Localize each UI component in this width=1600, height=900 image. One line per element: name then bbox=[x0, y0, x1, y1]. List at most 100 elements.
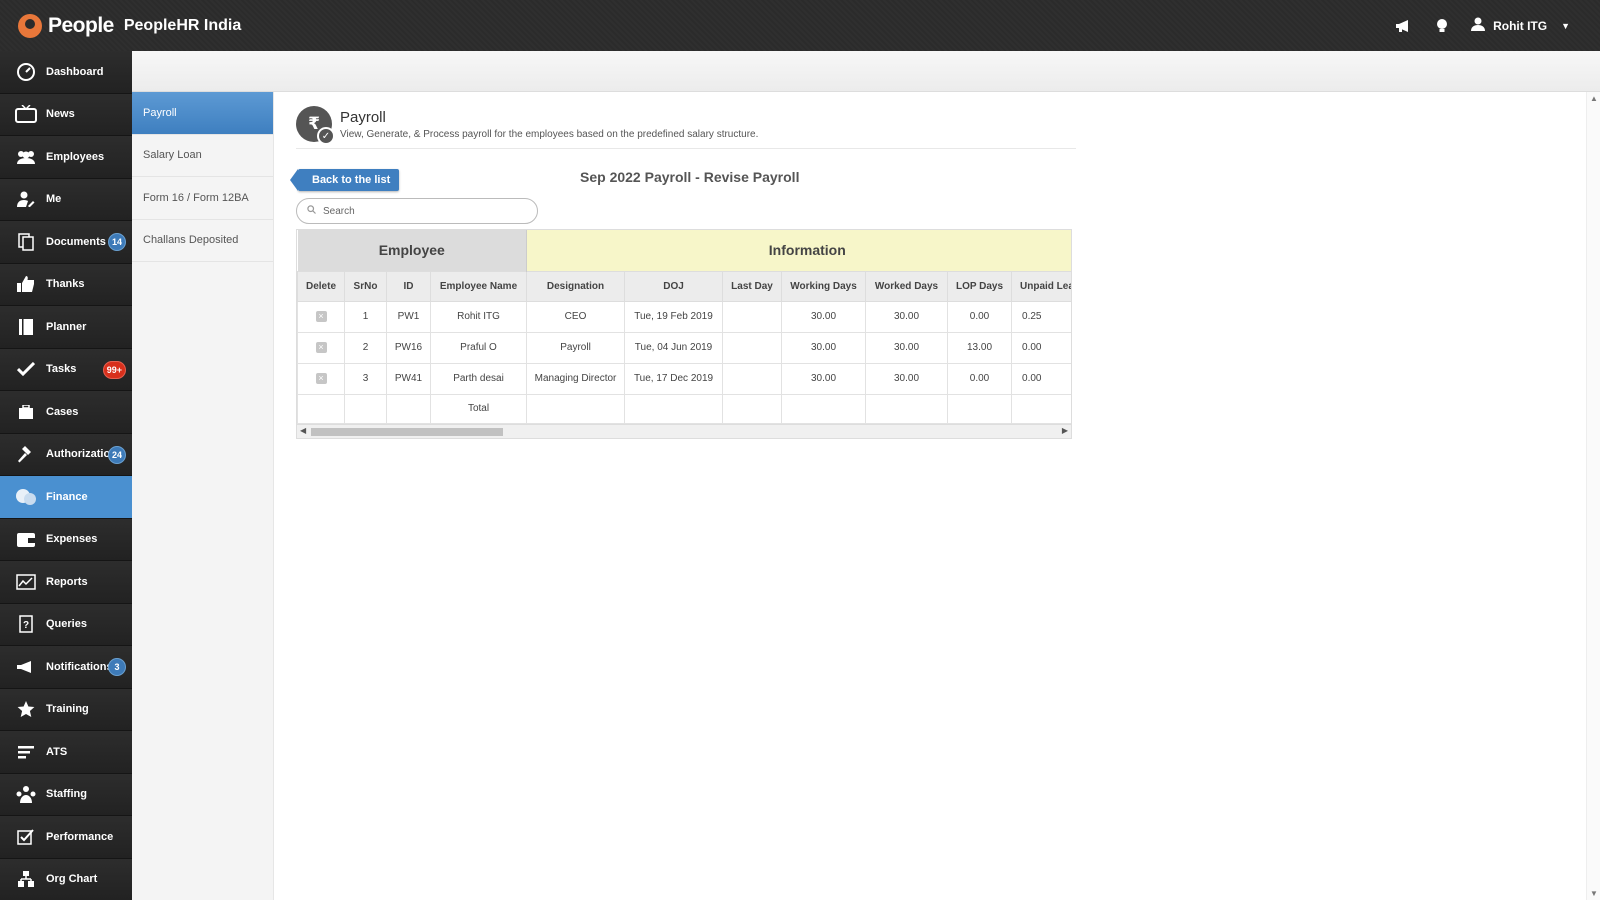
documents-badge: 14 bbox=[107, 233, 126, 251]
user-menu[interactable]: Rohit ITG ▼ bbox=[1471, 17, 1570, 34]
app-logo[interactable]: People bbox=[18, 13, 114, 38]
chart-icon bbox=[12, 574, 40, 590]
sidebar-item-me[interactable]: Me bbox=[0, 178, 132, 221]
finance-subnav: Payroll Salary Loan Form 16 / Form 12BA … bbox=[132, 92, 274, 900]
scrollbar-thumb[interactable] bbox=[311, 427, 503, 436]
cell-srno: 3 bbox=[344, 362, 387, 395]
tasks-badge: 99+ bbox=[102, 360, 126, 379]
cell-employee-name: Praful O bbox=[429, 331, 528, 364]
cell-unpaid-leave: 0.00 bbox=[1011, 362, 1071, 395]
col-header[interactable]: Employee Name bbox=[429, 270, 528, 302]
sidebar-item-queries[interactable]: ? Queries bbox=[0, 603, 132, 646]
cell-last-day bbox=[722, 300, 783, 333]
cell-employee-name: Parth desai bbox=[429, 362, 528, 395]
search-box bbox=[296, 198, 538, 224]
scroll-left-icon[interactable]: ◀ bbox=[300, 426, 306, 435]
svg-text:?: ? bbox=[23, 620, 29, 631]
horizontal-scrollbar[interactable]: ◀ ▶ bbox=[296, 424, 1072, 439]
cell-id: PW16 bbox=[386, 331, 431, 364]
cell-working-days: 30.00 bbox=[781, 331, 867, 364]
table-row: × 3 PW41 Parth desai Managing Director T… bbox=[297, 362, 1071, 395]
col-header[interactable]: Designation bbox=[526, 270, 626, 302]
col-header[interactable]: ID bbox=[386, 270, 431, 302]
logo-icon bbox=[18, 13, 42, 38]
payroll-table-container: Employee Information Delete SrNo ID Empl… bbox=[296, 229, 1072, 425]
notifications-badge: 3 bbox=[108, 658, 126, 676]
cell-last-day bbox=[722, 331, 783, 364]
scroll-down-icon[interactable]: ▼ bbox=[1590, 889, 1598, 898]
sidebar-item-authorizations[interactable]: Authorizations 24 bbox=[0, 433, 132, 476]
dashboard-icon bbox=[12, 62, 40, 82]
sidebar-item-planner[interactable]: Planner bbox=[0, 306, 132, 349]
sidebar-item-thanks[interactable]: Thanks bbox=[0, 263, 132, 306]
cell-designation: Payroll bbox=[526, 331, 626, 364]
scroll-right-icon[interactable]: ▶ bbox=[1062, 426, 1068, 435]
lightbulb-icon[interactable] bbox=[1433, 17, 1451, 35]
sidebar-item-training[interactable]: Training bbox=[0, 688, 132, 731]
search-input[interactable] bbox=[323, 205, 523, 217]
delete-icon[interactable]: × bbox=[315, 342, 327, 353]
col-header[interactable]: Worked Days bbox=[865, 270, 949, 302]
group-header-information: Information bbox=[526, 230, 1071, 271]
col-header[interactable]: Unpaid Lea bbox=[1011, 270, 1071, 302]
back-to-list-button[interactable]: Back to the list bbox=[289, 169, 400, 191]
chevron-down-icon: ▼ bbox=[1561, 20, 1570, 31]
col-header[interactable]: LOP Days bbox=[947, 270, 1013, 302]
toolbar: Back to the list Sep 2022 Payroll - Revi… bbox=[289, 149, 1076, 229]
sidebar-item-finance[interactable]: Finance bbox=[0, 476, 132, 519]
org-chart-icon bbox=[12, 870, 40, 888]
gavel-icon bbox=[12, 445, 40, 463]
sidebar-item-staffing[interactable]: Staffing bbox=[0, 773, 132, 816]
cell-id: PW1 bbox=[386, 300, 431, 333]
sidebar-item-dashboard[interactable]: Dashboard bbox=[0, 51, 132, 94]
cell-last-day bbox=[722, 362, 783, 395]
subnav-item-salary-loan[interactable]: Salary Loan bbox=[132, 135, 273, 177]
subnav-item-challans[interactable]: Challans Deposited bbox=[132, 220, 273, 262]
user-icon bbox=[1471, 17, 1486, 34]
subnav-item-payroll[interactable]: Payroll bbox=[132, 92, 273, 135]
delete-icon[interactable]: × bbox=[315, 373, 327, 384]
logo-text: People bbox=[48, 13, 114, 37]
users-icon bbox=[12, 150, 40, 164]
cell-doj: Tue, 04 Jun 2019 bbox=[624, 331, 724, 364]
sidebar-item-news[interactable]: News bbox=[0, 93, 132, 136]
thumbs-up-icon bbox=[12, 276, 40, 293]
col-header[interactable]: Delete bbox=[297, 270, 345, 302]
col-header[interactable]: DOJ bbox=[624, 270, 724, 302]
sidebar-item-org-chart[interactable]: Org Chart bbox=[0, 858, 132, 900]
sidebar-item-notifications[interactable]: Notifications 3 bbox=[0, 646, 132, 689]
col-header[interactable]: SrNo bbox=[344, 270, 387, 302]
vertical-scrollbar[interactable]: ▲ ▼ bbox=[1586, 92, 1600, 900]
page-header: ₹ ✓ Payroll View, Generate, & Process pa… bbox=[296, 92, 1076, 149]
sidebar-item-expenses[interactable]: Expenses bbox=[0, 518, 132, 561]
sidebar-item-reports[interactable]: Reports bbox=[0, 561, 132, 604]
sidebar-item-employees[interactable]: Employees bbox=[0, 136, 132, 179]
sidebar-item-tasks[interactable]: Tasks 99+ bbox=[0, 348, 132, 391]
payroll-title: Sep 2022 Payroll - Revise Payroll bbox=[580, 169, 800, 185]
col-header[interactable]: Last Day bbox=[722, 270, 783, 302]
col-header[interactable]: Working Days bbox=[781, 270, 867, 302]
sidebar-item-documents[interactable]: Documents 14 bbox=[0, 221, 132, 264]
star-icon bbox=[12, 700, 40, 718]
staffing-icon bbox=[12, 785, 40, 804]
sidebar-item-performance[interactable]: Performance bbox=[0, 816, 132, 859]
cell-lop-days: 0.00 bbox=[947, 362, 1013, 395]
megaphone-icon[interactable] bbox=[1395, 17, 1413, 35]
sidebar-item-ats[interactable]: ATS bbox=[0, 731, 132, 774]
scroll-up-icon[interactable]: ▲ bbox=[1590, 94, 1598, 103]
cell-id: PW41 bbox=[386, 362, 431, 395]
briefcase-icon bbox=[12, 404, 40, 419]
shield-check-icon: ✓ bbox=[317, 127, 335, 145]
subnav-item-form-16[interactable]: Form 16 / Form 12BA bbox=[132, 177, 273, 220]
header-strip bbox=[132, 51, 1600, 92]
cell-working-days: 30.00 bbox=[781, 300, 867, 333]
cell-working-days: 30.00 bbox=[781, 362, 867, 395]
cell-unpaid-leave: 0.00 bbox=[1011, 331, 1071, 364]
delete-icon[interactable]: × bbox=[315, 311, 327, 322]
cell-designation: Managing Director bbox=[526, 362, 626, 395]
cell-worked-days: 30.00 bbox=[865, 362, 949, 395]
documents-icon bbox=[12, 233, 40, 251]
sidebar: Dashboard News Employees Me Documents 14… bbox=[0, 51, 132, 900]
ats-icon bbox=[12, 745, 40, 759]
sidebar-item-cases[interactable]: Cases bbox=[0, 391, 132, 434]
